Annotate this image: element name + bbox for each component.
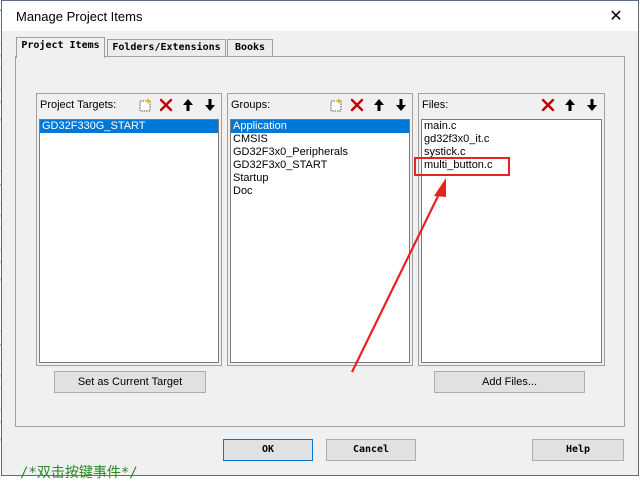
tab-label: Project Items [21,40,100,51]
tab-project-items[interactable]: Project Items [16,37,105,58]
editor-comment: /*双击按键事件*/ [20,465,138,481]
annotation-arrow [351,178,446,373]
